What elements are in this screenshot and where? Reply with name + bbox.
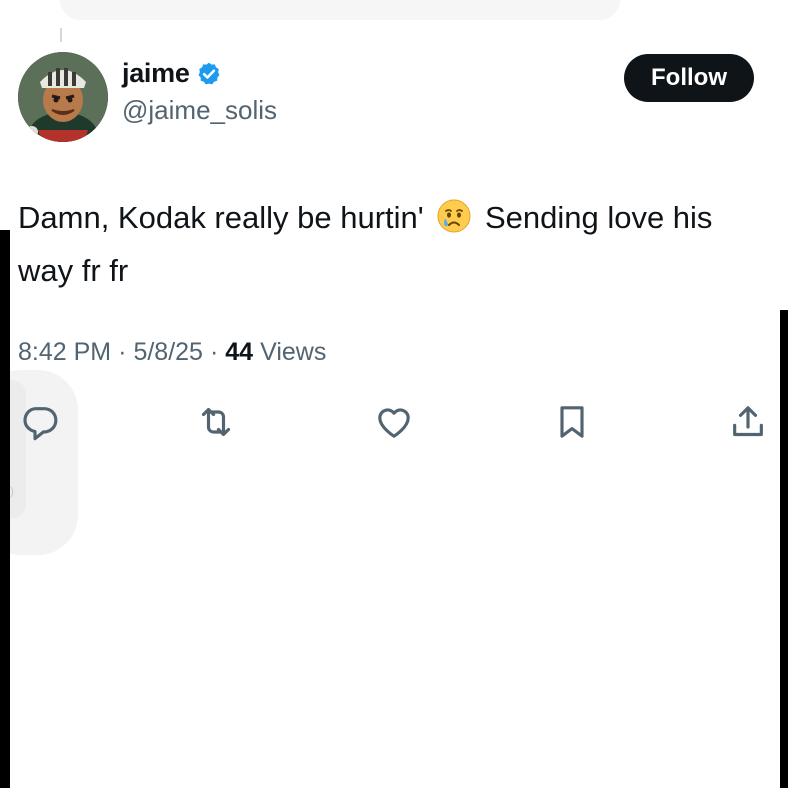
screen-edge-left [0,230,10,788]
tweet-date[interactable]: 5/8/25 [133,338,203,367]
views-count[interactable]: 44 [225,338,253,367]
screen-edge-right [780,310,788,788]
verified-badge-icon[interactable] [196,61,222,87]
author-names: jaime @jaime_solis [122,58,277,126]
tweet-text: Damn, Kodak really be hurtin' Sending lo… [18,194,758,294]
tweet-text-part-1: Damn, Kodak really be hurtin' [18,200,424,235]
avatar-cyclist-illustration [18,52,108,142]
retweet-icon [201,407,231,437]
action-bar [18,400,770,450]
bookmark-button[interactable] [550,400,594,444]
reply-button[interactable] [18,400,62,444]
crying-face-emoji [436,198,472,247]
display-name[interactable]: jaime [122,58,190,89]
tweet-header: jaime @jaime_solis Follow [18,52,754,144]
tweet-time[interactable]: 8:42 PM [18,338,111,367]
like-button[interactable] [372,400,416,444]
retweet-button[interactable] [194,400,238,444]
follow-button[interactable]: Follow [624,54,754,102]
reply-icon [23,407,58,441]
divider-mark [60,28,62,42]
background-strip [60,0,620,20]
meta-separator: · [118,338,127,366]
avatar[interactable] [18,52,108,142]
handle[interactable]: @jaime_solis [122,95,277,126]
tweet-meta: 8:42 PM · 5/8/25 · 44 Views [18,338,326,367]
bookmark-icon [560,406,584,438]
views-label[interactable]: Views [260,338,326,367]
like-icon [378,408,410,438]
share-button[interactable] [726,400,770,444]
meta-separator: · [209,338,219,366]
share-icon [733,406,763,437]
